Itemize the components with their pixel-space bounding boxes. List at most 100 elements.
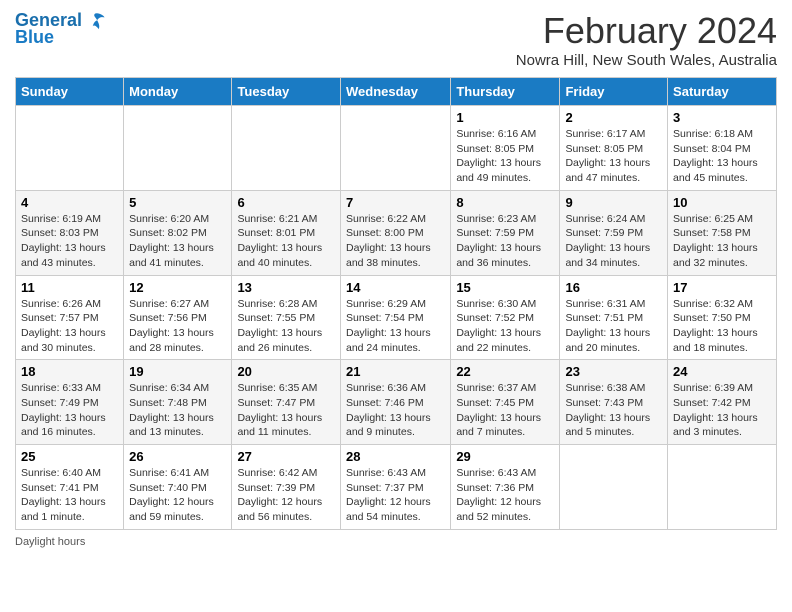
calendar-week-row: 4 Sunrise: 6:19 AM Sunset: 8:03 PM Daylig… [16,190,777,275]
day-number: 12 [129,280,226,295]
calendar-cell: 23 Sunrise: 6:38 AM Sunset: 7:43 PM Dayli… [560,360,668,445]
day-number: 18 [21,364,118,379]
calendar-cell: 21 Sunrise: 6:36 AM Sunset: 7:46 PM Dayli… [340,360,450,445]
day-number: 29 [456,449,554,464]
calendar-body: 1 Sunrise: 6:16 AM Sunset: 8:05 PM Daylig… [16,106,777,530]
calendar-cell: 13Sunrise: 6:28 AM Sunset: 7:55 PM Dayli… [232,275,341,360]
day-number: 15 [456,280,554,295]
calendar-week-row: 1 Sunrise: 6:16 AM Sunset: 8:05 PM Daylig… [16,106,777,191]
calendar-day-header: Wednesday [340,78,450,106]
day-info: Sunrise: 6:16 AM Sunset: 8:05 PM Dayligh… [456,127,554,186]
day-info: Sunrise: 6:27 AM Sunset: 7:56 PM Dayligh… [129,297,226,356]
calendar-cell: 3Sunrise: 6:18 AM Sunset: 8:04 PM Daylig… [668,106,777,191]
day-info: Sunrise: 6:34 AM Sunset: 7:48 PM Dayligh… [129,381,226,440]
calendar-cell: 29 Sunrise: 6:43 AM Sunset: 7:36 PM Dayli… [451,445,560,530]
calendar-cell: 26 Sunrise: 6:41 AM Sunset: 7:40 PM Dayli… [124,445,232,530]
day-number: 10 [673,195,771,210]
day-info: Sunrise: 6:20 AM Sunset: 8:02 PM Dayligh… [129,212,226,271]
day-number: 21 [346,364,445,379]
calendar-cell: 6 Sunrise: 6:21 AM Sunset: 8:01 PM Daylig… [232,190,341,275]
calendar-day-header: Friday [560,78,668,106]
day-info: Sunrise: 6:23 AM Sunset: 7:59 PM Dayligh… [456,212,554,271]
day-number: 11 [21,280,118,295]
day-info: Sunrise: 6:17 AM Sunset: 8:05 PM Dayligh… [565,127,662,186]
calendar-week-row: 18 Sunrise: 6:33 AM Sunset: 7:49 PM Dayli… [16,360,777,445]
calendar-day-header: Thursday [451,78,560,106]
logo-text-blue: Blue [15,28,54,48]
day-number: 9 [565,195,662,210]
calendar-day-header: Tuesday [232,78,341,106]
calendar-day-header: Sunday [16,78,124,106]
calendar-cell: 27 Sunrise: 6:42 AM Sunset: 7:39 PM Dayli… [232,445,341,530]
day-number: 5 [129,195,226,210]
calendar-cell: 19 Sunrise: 6:34 AM Sunset: 7:48 PM Dayli… [124,360,232,445]
day-info: Sunrise: 6:19 AM Sunset: 8:03 PM Dayligh… [21,212,118,271]
day-info: Sunrise: 6:26 AM Sunset: 7:57 PM Dayligh… [21,297,118,356]
day-number: 28 [346,449,445,464]
title-block: February 2024 Nowra Hill, New South Wale… [516,10,777,69]
logo-bird-icon [84,10,106,32]
calendar-cell: 16 Sunrise: 6:31 AM Sunset: 7:51 PM Dayli… [560,275,668,360]
calendar-week-row: 25 Sunrise: 6:40 AM Sunset: 7:41 PM Dayli… [16,445,777,530]
main-title: February 2024 [516,10,777,52]
day-number: 19 [129,364,226,379]
calendar-cell [340,106,450,191]
calendar-cell [16,106,124,191]
day-info: Sunrise: 6:24 AM Sunset: 7:59 PM Dayligh… [565,212,662,271]
calendar-cell: 24 Sunrise: 6:39 AM Sunset: 7:42 PM Dayli… [668,360,777,445]
calendar-day-header: Saturday [668,78,777,106]
calendar-cell: 11 Sunrise: 6:26 AM Sunset: 7:57 PM Dayli… [16,275,124,360]
page-header: General Blue February 2024 Nowra Hill, N… [15,10,777,69]
calendar-cell [232,106,341,191]
day-number: 27 [237,449,335,464]
day-info: Sunrise: 6:37 AM Sunset: 7:45 PM Dayligh… [456,381,554,440]
day-number: 26 [129,449,226,464]
subtitle: Nowra Hill, New South Wales, Australia [516,52,777,69]
day-number: 7 [346,195,445,210]
day-info: Sunrise: 6:21 AM Sunset: 8:01 PM Dayligh… [237,212,335,271]
day-info: Sunrise: 6:41 AM Sunset: 7:40 PM Dayligh… [129,466,226,525]
calendar-cell [668,445,777,530]
calendar-cell: 1 Sunrise: 6:16 AM Sunset: 8:05 PM Daylig… [451,106,560,191]
day-number: 25 [21,449,118,464]
day-info: Sunrise: 6:28 AM Sunset: 7:55 PM Dayligh… [237,297,335,356]
day-info: Sunrise: 6:33 AM Sunset: 7:49 PM Dayligh… [21,381,118,440]
day-info: Sunrise: 6:43 AM Sunset: 7:36 PM Dayligh… [456,466,554,525]
day-info: Sunrise: 6:39 AM Sunset: 7:42 PM Dayligh… [673,381,771,440]
calendar-cell: 7 Sunrise: 6:22 AM Sunset: 8:00 PM Daylig… [340,190,450,275]
day-info: Sunrise: 6:38 AM Sunset: 7:43 PM Dayligh… [565,381,662,440]
day-info: Sunrise: 6:31 AM Sunset: 7:51 PM Dayligh… [565,297,662,356]
calendar-cell: 12 Sunrise: 6:27 AM Sunset: 7:56 PM Dayli… [124,275,232,360]
logo: General Blue [15,10,106,48]
day-info: Sunrise: 6:32 AM Sunset: 7:50 PM Dayligh… [673,297,771,356]
day-number: 23 [565,364,662,379]
calendar-cell: 18 Sunrise: 6:33 AM Sunset: 7:49 PM Dayli… [16,360,124,445]
day-number: 8 [456,195,554,210]
day-info: Sunrise: 6:36 AM Sunset: 7:46 PM Dayligh… [346,381,445,440]
calendar-cell: 28Sunrise: 6:43 AM Sunset: 7:37 PM Dayli… [340,445,450,530]
day-number: 20 [237,364,335,379]
calendar-cell: 22Sunrise: 6:37 AM Sunset: 7:45 PM Dayli… [451,360,560,445]
calendar-cell: 4 Sunrise: 6:19 AM Sunset: 8:03 PM Daylig… [16,190,124,275]
day-number: 16 [565,280,662,295]
calendar-cell [560,445,668,530]
day-number: 17 [673,280,771,295]
day-number: 14 [346,280,445,295]
day-number: 6 [237,195,335,210]
day-number: 4 [21,195,118,210]
calendar-cell: 5 Sunrise: 6:20 AM Sunset: 8:02 PM Daylig… [124,190,232,275]
footer-note: Daylight hours [15,536,777,548]
calendar-cell: 10Sunrise: 6:25 AM Sunset: 7:58 PM Dayli… [668,190,777,275]
day-info: Sunrise: 6:42 AM Sunset: 7:39 PM Dayligh… [237,466,335,525]
day-info: Sunrise: 6:35 AM Sunset: 7:47 PM Dayligh… [237,381,335,440]
calendar-cell: 14Sunrise: 6:29 AM Sunset: 7:54 PM Dayli… [340,275,450,360]
calendar-cell: 2Sunrise: 6:17 AM Sunset: 8:05 PM Daylig… [560,106,668,191]
calendar-week-row: 11 Sunrise: 6:26 AM Sunset: 7:57 PM Dayli… [16,275,777,360]
calendar-cell: 17 Sunrise: 6:32 AM Sunset: 7:50 PM Dayli… [668,275,777,360]
day-number: 1 [456,110,554,125]
day-number: 24 [673,364,771,379]
day-info: Sunrise: 6:40 AM Sunset: 7:41 PM Dayligh… [21,466,118,525]
calendar-table: SundayMondayTuesdayWednesdayThursdayFrid… [15,77,777,530]
day-info: Sunrise: 6:22 AM Sunset: 8:00 PM Dayligh… [346,212,445,271]
calendar-cell: 25 Sunrise: 6:40 AM Sunset: 7:41 PM Dayli… [16,445,124,530]
